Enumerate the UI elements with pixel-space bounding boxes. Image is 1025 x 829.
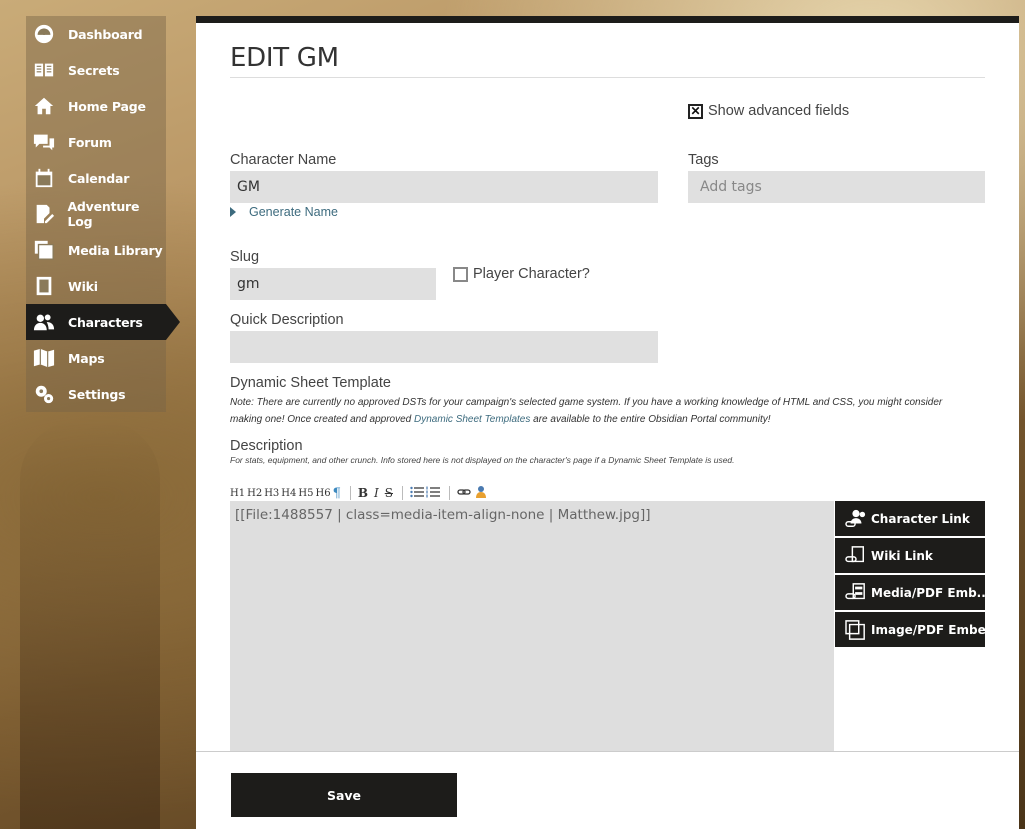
sidebar: Dashboard Secrets Home Page Forum Calend… — [26, 16, 180, 412]
dst-link[interactable]: Dynamic Sheet Templates — [414, 414, 530, 425]
image-embed-button[interactable]: Image/PDF Embed — [835, 612, 985, 647]
save-button[interactable]: Save — [231, 773, 457, 817]
h5-button[interactable]: H5 — [298, 488, 313, 499]
link-icon[interactable] — [457, 487, 471, 500]
image-embed-label: Image/PDF Embed — [871, 622, 985, 637]
sidebar-item-settings[interactable]: Settings — [26, 376, 166, 412]
media-embed-label: Media/PDF Emb... — [871, 585, 985, 600]
wiki-link-button[interactable]: Wiki Link — [835, 538, 985, 573]
quick-description-label: Quick Description — [230, 312, 344, 328]
tags-label: Tags — [688, 152, 719, 168]
paragraph-button[interactable]: ¶ — [333, 486, 341, 501]
sidebar-item-label: Adventure Log — [67, 199, 140, 229]
bold-button[interactable]: B — [358, 486, 368, 500]
title-divider — [230, 77, 985, 78]
sidebar-item-maps[interactable]: Maps — [26, 340, 166, 376]
sidebar-item-label: Calendar — [68, 170, 130, 186]
strikethrough-button[interactable]: S — [385, 486, 393, 500]
sidebar-item-forum[interactable]: Forum — [26, 124, 166, 160]
adventure-log-icon — [32, 202, 55, 226]
wiki-link-label: Wiki Link — [871, 548, 933, 563]
quick-description-input[interactable] — [230, 331, 658, 363]
sidebar-item-characters[interactable]: Characters — [26, 304, 180, 340]
slug-label: Slug — [230, 249, 260, 265]
media-embed-button[interactable]: Media/PDF Emb... — [835, 575, 985, 610]
character-name-input[interactable]: GM — [230, 171, 658, 203]
user-link-icon[interactable] — [473, 485, 487, 502]
description-label: Description — [230, 438, 303, 454]
sidebar-item-label: Secrets — [68, 62, 120, 78]
sidebar-item-adventure-log[interactable]: Adventure Log — [26, 196, 166, 232]
description-editor[interactable]: [[File:1488557 | class=media-item-align-… — [230, 501, 834, 751]
sidebar-item-media-library[interactable]: Media Library — [26, 232, 166, 268]
toolbar-separator — [401, 486, 403, 500]
background-figure — [20, 420, 160, 829]
sidebar-item-label: Maps — [68, 350, 105, 366]
dst-label: Dynamic Sheet Template — [230, 375, 391, 391]
character-name-label: Character Name — [230, 152, 337, 168]
insert-buttons: Character Link Wiki Link Media/PDF Emb..… — [835, 501, 985, 649]
sidebar-item-label: Home Page — [68, 98, 146, 114]
sidebar-item-label: Settings — [68, 386, 126, 402]
media-embed-icon — [845, 582, 865, 599]
sidebar-item-home-page[interactable]: Home Page — [26, 88, 166, 124]
generate-name-link[interactable]: Generate Name — [230, 205, 338, 219]
player-character-checkbox[interactable] — [453, 266, 468, 282]
sidebar-item-secrets[interactable]: Secrets — [26, 52, 166, 88]
secrets-icon — [32, 58, 56, 82]
generate-name-label: Generate Name — [249, 205, 338, 219]
show-advanced-fields-toggle[interactable]: ✕ Show advanced fields — [688, 103, 849, 119]
slug-input[interactable]: gm — [230, 268, 436, 300]
sidebar-item-label: Media Library — [68, 242, 163, 258]
sidebar-item-wiki[interactable]: Wiki — [26, 268, 166, 304]
bullet-list-icon[interactable] — [410, 486, 424, 501]
dashboard-icon — [32, 22, 56, 46]
page-title: EDIT GM — [230, 43, 339, 73]
toolbar-separator — [448, 486, 450, 500]
character-link-label: Character Link — [871, 511, 970, 526]
forum-icon — [32, 130, 56, 154]
italic-button[interactable]: I — [374, 486, 379, 500]
sidebar-item-calendar[interactable]: Calendar — [26, 160, 166, 196]
sidebar-item-label: Characters — [68, 314, 143, 330]
edit-character-panel: EDIT GM ✕ Show advanced fields Character… — [196, 16, 1019, 829]
character-link-icon — [845, 509, 866, 527]
sidebar-item-dashboard[interactable]: Dashboard — [26, 16, 166, 52]
h2-button[interactable]: H2 — [247, 488, 262, 499]
player-character-toggle[interactable]: Player Character? — [453, 266, 590, 282]
media-library-icon — [32, 238, 56, 262]
image-embed-icon — [845, 619, 865, 640]
maps-icon — [32, 346, 56, 370]
footer-divider — [196, 751, 1019, 752]
h1-button[interactable]: H1 — [230, 488, 245, 499]
wiki-icon — [32, 274, 56, 298]
tags-input[interactable]: Add tags — [688, 171, 985, 203]
show-advanced-label: Show advanced fields — [708, 103, 850, 119]
editor-toolbar: H1 H2 H3 H4 H5 H6 ¶ B I S — [230, 485, 489, 501]
h3-button[interactable]: H3 — [264, 488, 279, 499]
description-note: For stats, equipment, and other crunch. … — [230, 455, 735, 465]
character-link-button[interactable]: Character Link — [835, 501, 985, 536]
settings-icon — [32, 382, 56, 406]
characters-icon — [32, 310, 56, 334]
sidebar-item-label: Forum — [68, 134, 112, 150]
home-icon — [32, 94, 56, 118]
wiki-link-icon — [845, 545, 864, 562]
sidebar-item-label: Wiki — [68, 278, 98, 294]
dst-note: Note: There are currently no approved DS… — [230, 397, 943, 425]
numbered-list-icon[interactable] — [426, 486, 440, 501]
calendar-icon — [32, 166, 56, 190]
show-advanced-checkbox[interactable]: ✕ — [688, 103, 703, 119]
toolbar-separator — [349, 486, 351, 500]
sidebar-item-label: Dashboard — [68, 26, 143, 42]
h6-button[interactable]: H6 — [315, 488, 330, 499]
player-character-label: Player Character? — [473, 266, 590, 282]
h4-button[interactable]: H4 — [281, 488, 296, 499]
expand-triangle-icon — [230, 207, 236, 217]
